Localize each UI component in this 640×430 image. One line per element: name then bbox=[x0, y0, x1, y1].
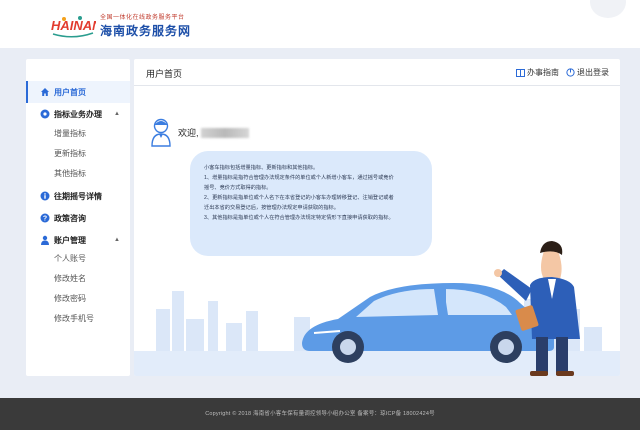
logout-link-label: 退出登录 bbox=[577, 68, 609, 77]
sidebar-nav: 用户首页 指标业务办理 ▲ 增量指标 更新指标 其他指标 往期摇号详情 ? 政策… bbox=[26, 59, 130, 376]
gear-icon bbox=[40, 109, 50, 119]
notice-line: 1、增量指标是指符合管理办法规定条件的单位或个人新增小客车，通过摇号或竞价 bbox=[204, 175, 394, 181]
logout-link[interactable]: 退出登录 bbox=[566, 67, 609, 78]
sidebar-item-label: 政策咨询 bbox=[54, 213, 86, 223]
home-icon bbox=[40, 87, 50, 97]
hainan-logo-icon: HAINAN bbox=[50, 14, 96, 42]
chevron-up-icon: ▲ bbox=[114, 237, 120, 243]
notice-line: 3、其他指标是指单位或个人在符合管理办法规定特定情形下直接申请获取的指标。 bbox=[204, 215, 394, 221]
sidebar-subitem-personal-account[interactable]: 个人账号 bbox=[54, 252, 86, 266]
sidebar-item-label: 用户首页 bbox=[54, 87, 86, 97]
guide-link-label: 办事指南 bbox=[527, 68, 559, 77]
sidebar-subitem-change-password[interactable]: 修改密码 bbox=[54, 292, 86, 306]
logo-brand-text: HAINAN bbox=[51, 18, 96, 33]
user-icon bbox=[40, 235, 50, 245]
user-avatar-icon bbox=[151, 118, 171, 147]
footer-copyright: Copyright © 2018 海南省小客车保有量调控领导小组办公室 备案号：… bbox=[205, 411, 435, 417]
sidebar-item-policy[interactable]: ? 政策咨询 bbox=[26, 207, 130, 229]
welcome-greeting: 欢迎, bbox=[178, 127, 199, 138]
question-icon: ? bbox=[40, 213, 50, 223]
content-header: 用户首页 办事指南 退出登录 bbox=[134, 59, 620, 86]
notice-line: 摇号、竞价方式取得的指标。 bbox=[204, 185, 272, 191]
welcome-block: 欢迎, bbox=[150, 117, 249, 147]
notice-line: 迁出本省的交易登记后，按管理办法规定申请获取的指标。 bbox=[204, 205, 339, 211]
notice-line: 小客车指标包括增量指标、更新指标和其他指标。 bbox=[204, 165, 319, 171]
sidebar-subitem-renewal[interactable]: 更新指标 bbox=[54, 147, 86, 161]
sidebar-item-label: 往期摇号详情 bbox=[54, 191, 102, 201]
sidebar-subitem-other[interactable]: 其他指标 bbox=[54, 167, 86, 181]
logo-tagline: 全国一体化在线政务服务平台 bbox=[100, 15, 185, 21]
page-footer: Copyright © 2018 海南省小客车保有量调控领导小组办公室 备案号：… bbox=[0, 398, 640, 430]
blue-car-icon bbox=[302, 283, 554, 363]
sidebar-subitem-incremental[interactable]: 增量指标 bbox=[54, 127, 86, 141]
power-icon bbox=[566, 68, 575, 77]
logo-title: 海南政务服务网 bbox=[100, 24, 192, 38]
guide-link[interactable]: 办事指南 bbox=[516, 67, 559, 78]
book-icon bbox=[516, 68, 525, 77]
sidebar-item-past-lottery[interactable]: 往期摇号详情 bbox=[26, 185, 130, 207]
notice-line: 2、更新指标是指单位或个人名下在本省登记的小客车办理转移登记、注销登记或者 bbox=[204, 195, 394, 201]
sidebar-item-account[interactable]: 账户管理 ▲ bbox=[26, 229, 130, 251]
chevron-up-icon: ▲ bbox=[114, 111, 120, 117]
sidebar-item-indicator-business[interactable]: 指标业务办理 ▲ bbox=[26, 103, 130, 125]
info-icon bbox=[40, 191, 50, 201]
blurred-username bbox=[200, 128, 249, 139]
top-header: HAINAN 全国一体化在线政务服务平台 海南政务服务网 bbox=[0, 0, 640, 48]
main-content: 用户首页 办事指南 退出登录 欢迎, 小客车指标包括增量指标、更新指标和其他指标… bbox=[134, 59, 620, 376]
decorative-circle bbox=[590, 0, 626, 18]
svg-text:?: ? bbox=[43, 216, 47, 223]
site-logo[interactable]: HAINAN 全国一体化在线政务服务平台 海南政务服务网 bbox=[50, 14, 191, 42]
page-title: 用户首页 bbox=[146, 69, 183, 79]
car-illustration bbox=[134, 241, 620, 376]
welcome-text: 欢迎, bbox=[178, 126, 249, 139]
sidebar-item-label: 指标业务办理 bbox=[54, 109, 102, 119]
sidebar-subitem-change-name[interactable]: 修改姓名 bbox=[54, 272, 86, 286]
sidebar-subitem-change-phone[interactable]: 修改手机号 bbox=[54, 312, 94, 326]
sidebar-item-home[interactable]: 用户首页 bbox=[26, 81, 130, 103]
sidebar-item-label: 账户管理 bbox=[54, 235, 86, 245]
